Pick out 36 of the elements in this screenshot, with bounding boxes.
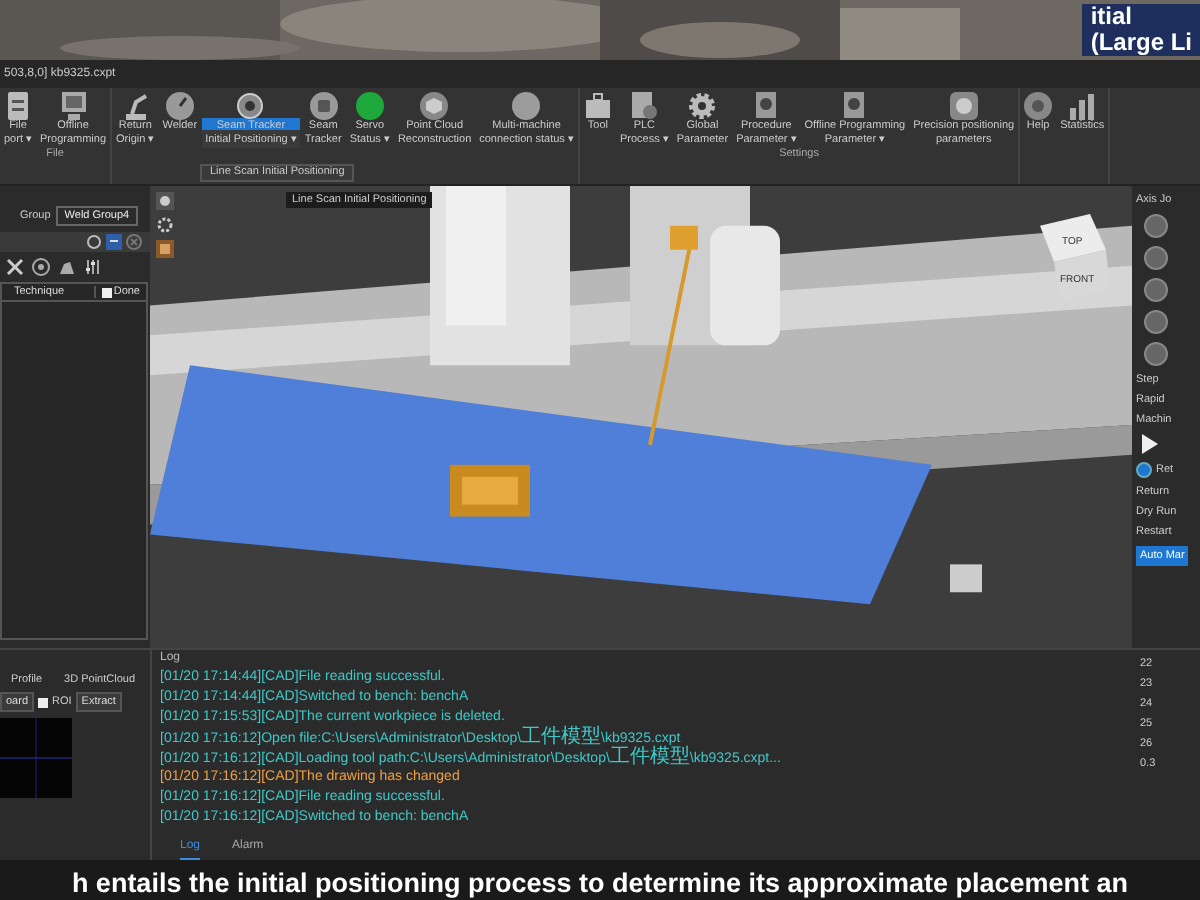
robot-arm-icon [121,91,150,119]
target-icon[interactable] [32,258,50,276]
settings-icon[interactable] [156,216,174,234]
jog-button[interactable] [1144,342,1168,366]
dial-icon [949,91,978,119]
monitor-icon [59,91,88,119]
done-checkbox[interactable] [101,287,112,297]
jog-button[interactable] [1144,310,1168,334]
close-icon[interactable] [126,234,142,250]
document-icon [6,91,30,119]
document-gear-icon [630,91,659,119]
roi-checkbox[interactable] [38,697,49,707]
radio-button[interactable] [1136,462,1152,478]
document-gear-icon [840,91,869,119]
jog-button[interactable] [1144,214,1168,238]
video-title: itial (Large Li [1082,4,1200,56]
tools-icon[interactable] [6,258,24,276]
status-dot-icon [355,91,384,119]
bar-chart-icon [1068,91,1097,119]
jog-button[interactable] [1144,278,1168,302]
profile-preview [0,718,72,798]
toolbox-icon [583,91,612,119]
list-icon[interactable] [106,234,122,250]
subtitle: h entails the initial positioning process to determine its approximate placement an [71,867,1129,897]
play-icon[interactable] [1136,434,1160,454]
target-icon [236,91,265,119]
status-dot-icon [512,91,541,119]
jog-button[interactable] [1144,246,1168,270]
refresh-icon[interactable] [86,234,102,250]
view-icon[interactable] [156,192,174,210]
help-icon [1024,91,1053,119]
sliders-icon[interactable] [84,258,102,276]
document-gear-icon [752,91,781,119]
tracker-icon [309,91,338,119]
cube-icon [420,91,449,119]
box-icon[interactable] [156,240,174,258]
